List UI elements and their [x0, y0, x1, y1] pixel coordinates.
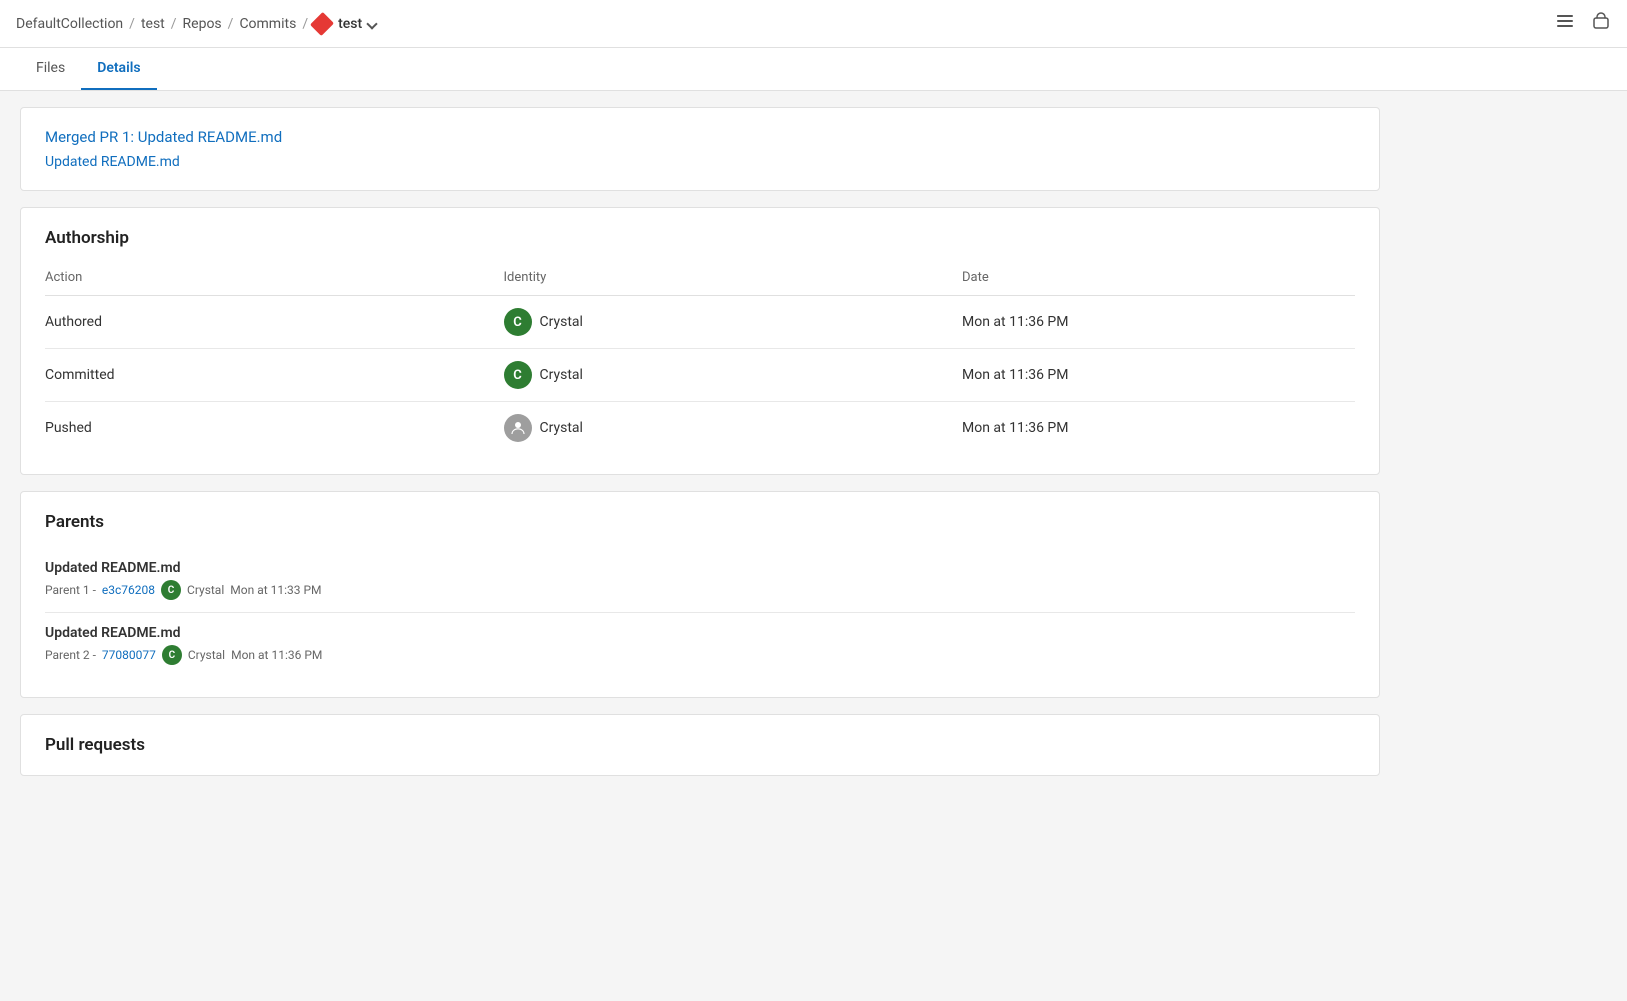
avatar-2: [504, 414, 532, 442]
avatar-1: C: [504, 361, 532, 389]
col-header-action: Action: [45, 264, 504, 296]
authorship-table: Action Identity Date AuthoredC Crystal Mon…: [45, 264, 1355, 454]
parents-list: Updated README.md Parent 1 - e3c76208 C Crys…: [45, 548, 1355, 677]
parent-commit-title-1: Updated README.md: [45, 625, 1355, 641]
authorship-title: Authorship: [45, 228, 1355, 248]
topbar-icons: [1555, 11, 1611, 36]
parent-label-1: Parent 2 -: [45, 648, 96, 662]
identity-name-1: Crystal: [540, 367, 583, 383]
breadcrumb-sep-3: /: [228, 16, 234, 32]
commit-subtitle[interactable]: Updated README.md: [45, 154, 1355, 170]
tabs-bar: Files Details: [0, 48, 1627, 91]
repo-diamond-icon: [314, 14, 334, 34]
identity-name-0: Crystal: [540, 314, 583, 330]
parent-label-0: Parent 1 -: [45, 583, 96, 597]
main-content: Merged PR 1: Updated README.md Updated R…: [0, 91, 1400, 808]
parent-avatar-1: C: [162, 645, 182, 665]
list-icon[interactable]: [1555, 11, 1575, 36]
parent-commit-title-0: Updated README.md: [45, 560, 1355, 576]
identity-cell-2: Crystal: [504, 414, 963, 442]
topbar: DefaultCollection / test / Repos / Commi…: [0, 0, 1627, 48]
breadcrumb-sep-1: /: [129, 16, 135, 32]
col-header-identity: Identity: [504, 264, 963, 296]
parents-card: Parents Updated README.md Parent 1 - e3c76…: [20, 491, 1380, 698]
auth-identity-0: C Crystal: [504, 296, 963, 349]
identity-cell-1: C Crystal: [504, 361, 963, 389]
bag-icon[interactable]: [1591, 11, 1611, 36]
parent-meta-1: Parent 2 - 77080077 C Crystal Mon at 11:36 P…: [45, 645, 1355, 665]
identity-cell-0: C Crystal: [504, 308, 963, 336]
auth-action-2: Pushed: [45, 402, 504, 455]
authorship-card: Authorship Action Identity Date Authored…: [20, 207, 1380, 475]
parent-date-1: Mon at 11:36 PM: [231, 648, 322, 662]
auth-identity-2: Crystal: [504, 402, 963, 455]
breadcrumb-test[interactable]: test: [141, 16, 165, 32]
parent-entry-1: Updated README.md Parent 2 - 77080077 C Crys…: [45, 613, 1355, 677]
avatar-0: C: [504, 308, 532, 336]
tab-files[interactable]: Files: [20, 48, 81, 90]
breadcrumb-commits[interactable]: Commits: [239, 16, 296, 32]
auth-date-1: Mon at 11:36 PM: [962, 349, 1355, 402]
breadcrumb: DefaultCollection / test / Repos / Commi…: [16, 14, 376, 34]
col-header-date: Date: [962, 264, 1355, 296]
identity-name-2: Crystal: [540, 420, 583, 436]
parent-author-0: Crystal: [187, 583, 224, 597]
auth-row-2: Pushed Crystal Mon at 11:36 PM: [45, 402, 1355, 455]
parent-date-0: Mon at 11:33 PM: [230, 583, 321, 597]
chevron-down-icon: [366, 18, 377, 29]
commit-message-card: Merged PR 1: Updated README.md Updated R…: [20, 107, 1380, 191]
tab-details[interactable]: Details: [81, 48, 156, 90]
parent-meta-0: Parent 1 - e3c76208 C Crystal Mon at 11:33 P…: [45, 580, 1355, 600]
auth-action-1: Committed: [45, 349, 504, 402]
breadcrumb-repos[interactable]: Repos: [183, 16, 222, 32]
parent-hash-0[interactable]: e3c76208: [102, 583, 155, 597]
parent-author-1: Crystal: [188, 648, 225, 662]
breadcrumb-repo-name: test: [338, 16, 362, 32]
parents-title: Parents: [45, 512, 1355, 532]
parent-entry-0: Updated README.md Parent 1 - e3c76208 C Crys…: [45, 548, 1355, 613]
auth-date-2: Mon at 11:36 PM: [962, 402, 1355, 455]
breadcrumb-defaultcollection[interactable]: DefaultCollection: [16, 16, 123, 32]
auth-identity-1: C Crystal: [504, 349, 963, 402]
breadcrumb-sep-4: /: [302, 16, 308, 32]
breadcrumb-sep-2: /: [171, 16, 177, 32]
pull-requests-title: Pull requests: [45, 735, 1355, 755]
parent-hash-1[interactable]: 77080077: [102, 648, 156, 662]
breadcrumb-current-repo[interactable]: test: [314, 14, 376, 34]
auth-action-0: Authored: [45, 296, 504, 349]
auth-row-0: AuthoredC Crystal Mon at 11:36 PM: [45, 296, 1355, 349]
pull-requests-card: Pull requests: [20, 714, 1380, 776]
auth-date-0: Mon at 11:36 PM: [962, 296, 1355, 349]
commit-title[interactable]: Merged PR 1: Updated README.md: [45, 128, 1355, 146]
parent-avatar-0: C: [161, 580, 181, 600]
auth-row-1: CommittedC Crystal Mon at 11:36 PM: [45, 349, 1355, 402]
